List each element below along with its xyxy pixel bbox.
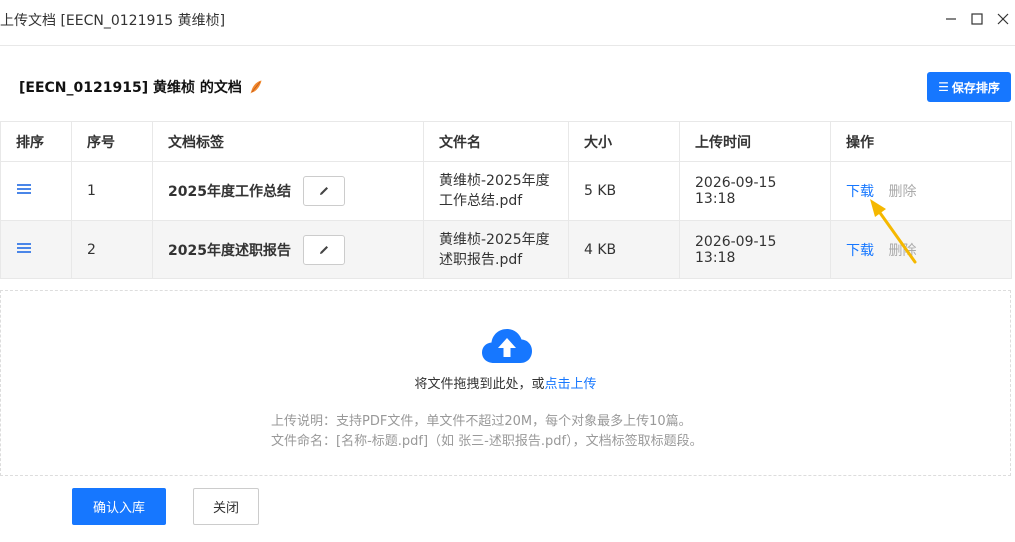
minimize-icon[interactable] [940, 8, 962, 30]
col-header-upload-time: 上传时间 [679, 121, 831, 162]
upload-time-cell: 2026-09-15 13:18 [679, 161, 831, 221]
col-header-tag: 文档标签 [152, 121, 424, 162]
close-button[interactable]: 关闭 [193, 488, 259, 525]
edit-tag-button[interactable] [302, 176, 345, 206]
pencil-icon [319, 245, 328, 254]
save-order-button[interactable]: ☰ 保存排序 [927, 72, 1011, 102]
filename-cell: 黄维桢-2025年度述职报告.pdf [423, 220, 569, 279]
upload-hint-1: 上传说明：支持PDF文件，单文件不超过20M，每个对象最多上传10篇。 [271, 414, 692, 429]
actions-cell: 下载 删除 [830, 161, 1012, 221]
upload-hint-2: 文件命名：[名称-标题.pdf]（如 张三-述职报告.pdf），文档标签取标题段… [271, 434, 703, 449]
pencil-icon [319, 187, 328, 195]
download-link[interactable]: 下载 [846, 184, 874, 200]
filename-cell: 黄维桢-2025年度工作总结.pdf [423, 161, 569, 221]
col-header-filename: 文件名 [423, 121, 569, 162]
col-header-sort: 排序 [0, 121, 72, 162]
delete-link[interactable]: 删除 [888, 243, 916, 259]
size-cell: 4 KB [568, 220, 680, 279]
table-row: 1 2025年度工作总结 黄维桢-2025年度工作总结.pdf 5 KB 202… [0, 161, 1012, 221]
save-order-label: 保存排序 [951, 80, 1000, 95]
upload-time-cell: 2026-09-15 13:18 [679, 220, 831, 279]
doc-title: [EECN_0121915] 黄维桢 的文档 [19, 80, 242, 96]
delete-link[interactable]: 删除 [888, 184, 916, 200]
table-row: 2 2025年度述职报告 黄维桢-2025年度述职报告.pdf 4 KB 202… [0, 220, 1012, 279]
row-index: 2 [71, 220, 153, 279]
click-upload-link[interactable]: 点击上传 [545, 377, 597, 392]
filename: 黄维桢-2025年度工作总结.pdf [439, 173, 550, 209]
drag-handle-icon[interactable] [16, 181, 32, 197]
feather-icon [248, 79, 264, 95]
table-header-row: 排序 序号 文档标签 文件名 大小 上传时间 操作 [0, 121, 1012, 162]
col-header-actions: 操作 [830, 121, 1012, 162]
upload-dropzone[interactable]: 将文件拖拽到此处，或点击上传 上传说明：支持PDF文件，单文件不超过20M，每个… [0, 290, 1011, 476]
confirm-import-button[interactable]: 确认入库 [72, 488, 166, 525]
list-icon: ☰ [938, 80, 949, 94]
close-icon[interactable] [992, 8, 1014, 30]
drag-handle-icon[interactable] [16, 240, 32, 256]
col-header-size: 大小 [568, 121, 680, 162]
window-title: 上传文档 [EECN_0121915 黄维桢] [0, 13, 226, 29]
titlebar-divider [0, 45, 1015, 46]
download-link[interactable]: 下载 [846, 243, 874, 259]
sort-cell [0, 161, 72, 221]
documents-table: 排序 序号 文档标签 文件名 大小 上传时间 操作 1 2025年度工作总结 黄… [0, 121, 1012, 279]
tag-label: 2025年度工作总结 [168, 184, 291, 200]
edit-tag-button[interactable] [302, 234, 345, 265]
filename: 黄维桢-2025年度述职报告.pdf [439, 231, 550, 268]
actions-cell: 下载 删除 [830, 220, 1012, 279]
tag-label: 2025年度述职报告 [168, 242, 291, 259]
sort-cell [0, 220, 72, 279]
doc-header: [EECN_0121915] 黄维桢 的文档 [19, 76, 264, 98]
window-titlebar: 上传文档 [EECN_0121915 黄维桢] [0, 0, 1015, 40]
drop-instruction: 将文件拖拽到此处，或点击上传 [1, 373, 1010, 392]
tag-cell: 2025年度工作总结 [152, 161, 424, 221]
tag-cell: 2025年度述职报告 [152, 220, 424, 279]
col-header-index: 序号 [71, 121, 153, 162]
cloud-upload-icon [482, 329, 532, 363]
size-cell: 5 KB [568, 161, 680, 221]
row-index: 1 [71, 161, 153, 221]
maximize-icon[interactable] [966, 8, 988, 30]
drop-text: 将文件拖拽到此处，或 [414, 377, 545, 392]
